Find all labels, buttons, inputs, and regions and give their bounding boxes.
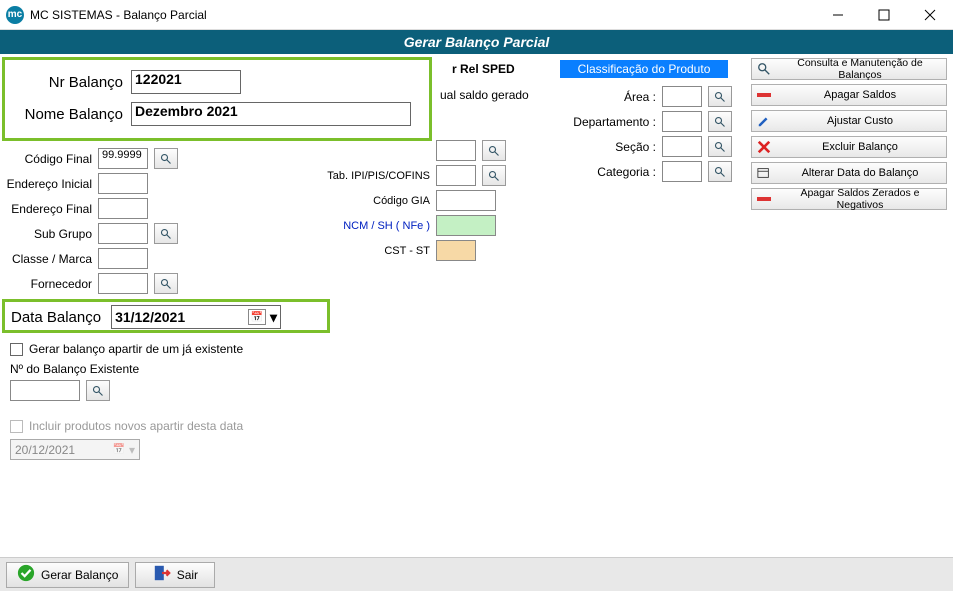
search-icon: [756, 61, 772, 77]
nr-balanco-input[interactable]: 122021: [131, 70, 241, 94]
nome-balanco-label: Nome Balanço: [13, 106, 123, 123]
end-fim-label: Endereço Final: [6, 202, 92, 216]
close-button[interactable]: [907, 0, 953, 29]
tabipi-label: Tab. IPI/PIS/COFINS: [310, 170, 430, 182]
mid-blank-input[interactable]: [436, 140, 476, 161]
chk-existente-label: Gerar balanço apartir de um já existente: [29, 342, 243, 356]
categoria-input[interactable]: [662, 161, 702, 182]
depto-input[interactable]: [662, 111, 702, 132]
apagar-saldos-button[interactable]: Apagar Saldos: [751, 84, 947, 106]
nr-existente-input[interactable]: [10, 380, 80, 401]
classificacao-header: Classificação do Produto: [560, 60, 728, 78]
subgrupo-lookup[interactable]: [154, 223, 178, 244]
ncm-input[interactable]: [436, 215, 496, 236]
consulta-label: Consulta e Manutenção de Balanços: [778, 57, 942, 81]
depto-label: Departamento :: [560, 115, 656, 129]
mid-fields: Tab. IPI/PIS/COFINS Código GIA NCM / SH …: [310, 60, 506, 265]
codigo-final-input[interactable]: 99.9999: [98, 148, 148, 169]
chk-existente[interactable]: [10, 343, 23, 356]
nr-existente-lookup[interactable]: [86, 380, 110, 401]
area-input[interactable]: [662, 86, 702, 107]
end-ini-label: Endereço Inicial: [6, 177, 92, 191]
fornecedor-label: Fornecedor: [6, 277, 92, 291]
nr-existente-label: Nº do Balanço Existente: [10, 362, 243, 376]
data-incluir-input: 20/12/2021 📅 ▾: [10, 439, 140, 460]
app-icon: mc: [6, 6, 24, 24]
area-label: Área :: [560, 90, 656, 104]
ajustar-label: Ajustar Custo: [778, 115, 942, 127]
dropdown-icon[interactable]: ▾: [270, 309, 277, 326]
secao-input[interactable]: [662, 136, 702, 157]
tabipi-lookup[interactable]: [482, 165, 506, 186]
fornecedor-lookup[interactable]: [154, 273, 178, 294]
apagar-zerados-button[interactable]: Apagar Saldos Zerados e Negativos: [751, 188, 947, 210]
fornecedor-input[interactable]: [98, 273, 148, 294]
apagar-label: Apagar Saldos: [778, 89, 942, 101]
dropdown-icon-disabled: ▾: [129, 443, 135, 457]
end-fim-input[interactable]: [98, 198, 148, 219]
chk-incluir-label: Incluir produtos novos apartir desta dat…: [29, 419, 243, 433]
classe-label: Classe / Marca: [6, 252, 92, 266]
zerados-label: Apagar Saldos Zerados e Negativos: [778, 187, 942, 211]
page-header: Gerar Balanço Parcial: [0, 30, 953, 54]
alterar-data-button[interactable]: Alterar Data do Balanço: [751, 162, 947, 184]
window-title: MC SISTEMAS - Balanço Parcial: [30, 8, 815, 22]
cst-input[interactable]: [436, 240, 476, 261]
mid-blank-lookup[interactable]: [482, 140, 506, 161]
classificacao-block: Classificação do Produto Área : Departam…: [560, 60, 732, 186]
gia-label: Código GIA: [310, 195, 430, 207]
maximize-button[interactable]: [861, 0, 907, 29]
data-balanco-input[interactable]: 31/12/2021 📅 ▾: [111, 305, 281, 329]
calendar-icon[interactable]: 📅: [248, 309, 266, 325]
categoria-lookup[interactable]: [708, 161, 732, 182]
excluir-label: Excluir Balanço: [778, 141, 942, 153]
alterar-label: Alterar Data do Balanço: [778, 167, 942, 179]
consulta-button[interactable]: Consulta e Manutenção de Balanços: [751, 58, 947, 80]
excluir-balanco-button[interactable]: Excluir Balanço: [751, 136, 947, 158]
titlebar: mc MC SISTEMAS - Balanço Parcial: [0, 0, 953, 30]
gia-input[interactable]: [436, 190, 496, 211]
tabipi-input[interactable]: [436, 165, 476, 186]
nr-balanco-label: Nr Balanço: [13, 74, 123, 91]
cst-label: CST - ST: [310, 245, 430, 257]
secao-label: Seção :: [560, 140, 656, 154]
minimize-button[interactable]: [815, 0, 861, 29]
delete-x-icon: [756, 139, 772, 155]
sair-button[interactable]: Sair: [135, 562, 215, 588]
gerar-balanco-button[interactable]: Gerar Balanço: [6, 562, 129, 588]
calendar-icon-disabled: 📅: [113, 444, 125, 455]
exit-icon: [153, 564, 171, 585]
bottom-bar: Gerar Balanço Sair: [0, 557, 953, 591]
form-area: r Rel SPED ual saldo gerado Nr Balanço 1…: [0, 54, 745, 557]
codigo-final-lookup[interactable]: [154, 148, 178, 169]
area-lookup[interactable]: [708, 86, 732, 107]
sair-label: Sair: [177, 568, 198, 582]
ncm-label: NCM / SH ( NFe ): [310, 220, 430, 232]
gerar-label: Gerar Balanço: [41, 568, 118, 582]
depto-lookup[interactable]: [708, 111, 732, 132]
minus-icon: [756, 87, 772, 103]
end-ini-input[interactable]: [98, 173, 148, 194]
minus-icon: [756, 191, 772, 207]
subgrupo-label: Sub Grupo: [6, 227, 92, 241]
side-actions: Consulta e Manutenção de Balanços Apagar…: [745, 54, 953, 557]
subgrupo-input[interactable]: [98, 223, 148, 244]
classe-input[interactable]: [98, 248, 148, 269]
categoria-label: Categoria :: [560, 165, 656, 179]
ajustar-custo-button[interactable]: Ajustar Custo: [751, 110, 947, 132]
chk-incluir: [10, 420, 23, 433]
calendar-edit-icon: [756, 165, 772, 181]
codigo-final-label: Código Final: [6, 152, 92, 166]
highlight-data: Data Balanço 31/12/2021 📅 ▾: [2, 299, 330, 333]
check-icon: [17, 564, 35, 585]
left-fields: Código Final 99.9999 Endereço Inicial En…: [6, 148, 178, 298]
secao-lookup[interactable]: [708, 136, 732, 157]
pencil-icon: [756, 113, 772, 129]
data-balanco-label: Data Balanço: [11, 309, 101, 326]
